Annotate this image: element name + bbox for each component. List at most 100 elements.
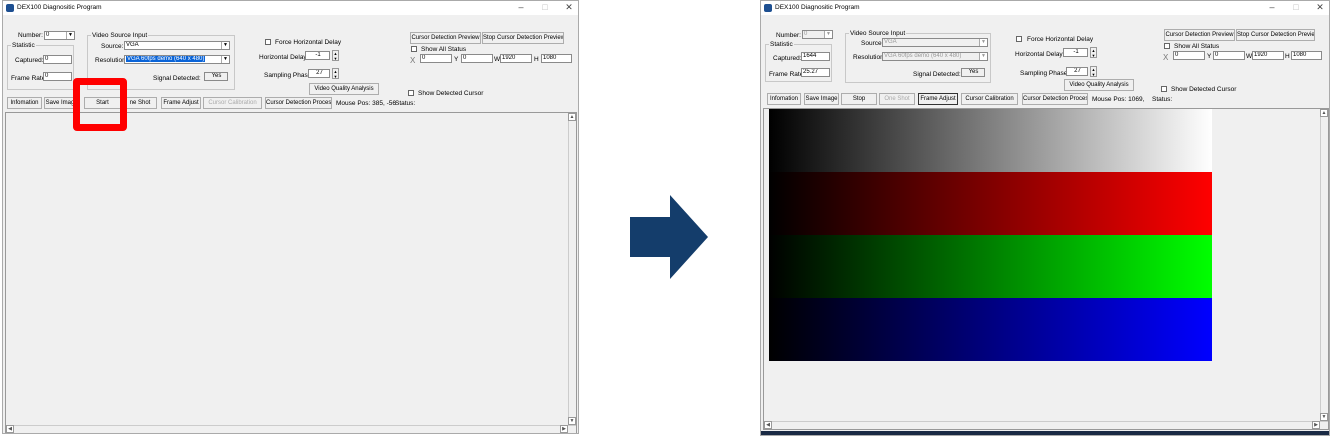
frame-rate-field: 25.27 — [801, 68, 830, 77]
scroll-up-icon[interactable]: ▲ — [1320, 109, 1328, 117]
vertical-scrollbar[interactable]: ▲ ▼ — [568, 113, 576, 425]
app-window-after: DEX100 Diagnositic Program – □ ✕ Number:… — [760, 0, 1330, 436]
show-detected-cursor-checkbox[interactable] — [408, 90, 414, 96]
minimize-icon[interactable]: – — [1266, 2, 1278, 12]
resolution-select[interactable]: VGA 60fps demo (640 x 480) ▼ — [124, 55, 230, 64]
w-field[interactable]: 1920 — [1252, 51, 1284, 60]
number-select[interactable]: 0 ▼ — [44, 31, 75, 40]
frame-rate-label: Frame Rate: — [769, 71, 806, 78]
cursor-calibration-button[interactable]: Cursor Calibration — [961, 93, 1018, 105]
w-field[interactable]: 1920 — [500, 54, 532, 63]
h-field[interactable]: 1080 — [541, 54, 572, 63]
one-shot-button[interactable]: One Shot — [879, 93, 915, 105]
window-title: DEX100 Diagnositic Program — [775, 4, 860, 11]
highlight-box — [73, 78, 127, 131]
arrow-right-icon — [630, 195, 708, 279]
stop-cursor-detection-preview-button[interactable]: Stop Cursor Detection Preview — [482, 32, 564, 44]
scroll-right-icon[interactable]: ▶ — [1312, 421, 1320, 429]
mouse-pos-readout: Mouse Pos: 385, -56 — [336, 100, 396, 107]
frame-rate-field: 0 — [43, 72, 72, 81]
cursor-calibration-button[interactable]: Cursor Calibration — [203, 97, 262, 109]
y-field[interactable]: 0 — [461, 54, 493, 63]
minimize-icon[interactable]: – — [515, 2, 527, 12]
close-icon[interactable]: ✕ — [563, 2, 575, 13]
scroll-left-icon[interactable]: ◀ — [764, 421, 772, 429]
stop-button[interactable]: Stop — [841, 93, 877, 105]
taskbar-strip — [761, 431, 1329, 435]
show-detected-cursor-checkbox[interactable] — [1161, 86, 1167, 92]
source-label: Source: — [861, 40, 884, 47]
one-shot-button[interactable]: ne Shot — [123, 97, 157, 109]
chevron-down-icon: ▼ — [221, 56, 229, 63]
horizontal-scrollbar[interactable]: ◀ ▶ — [6, 425, 576, 433]
signal-detected-label: Signal Detected: — [913, 71, 961, 78]
show-all-status-checkbox[interactable] — [1164, 43, 1170, 49]
scroll-left-icon[interactable]: ◀ — [6, 425, 14, 433]
scroll-down-icon[interactable]: ▼ — [568, 417, 576, 425]
information-button[interactable]: Infomation — [7, 97, 42, 109]
horizontal-delay-field[interactable]: -1 — [1063, 48, 1088, 57]
video-quality-analysis-button[interactable]: Video Quality Analysis — [309, 83, 379, 95]
resolution-select[interactable]: VGA 60fps demo (640 x 480) ▼ — [882, 52, 988, 61]
scroll-down-icon[interactable]: ▼ — [1320, 413, 1328, 421]
horizontal-delay-label: Horizontal Delay: — [1015, 51, 1065, 58]
x-field[interactable]: 0 — [420, 54, 452, 63]
force-horizontal-delay-label: Force Horizontal Delay — [1027, 36, 1094, 43]
source-select[interactable]: VGA ▼ — [124, 41, 230, 50]
mouse-pos-readout: Mouse Pos: 1069, — [1092, 96, 1145, 103]
vertical-scrollbar[interactable]: ▲ ▼ — [1320, 109, 1328, 421]
scroll-right-icon[interactable]: ▶ — [560, 425, 568, 433]
show-all-status-label: Show All Status — [421, 46, 467, 53]
show-all-status-checkbox[interactable] — [411, 46, 417, 52]
video-quality-analysis-button[interactable]: Video Quality Analysis — [1064, 79, 1134, 91]
sampling-phase-spinner[interactable]: ▲ ▼ — [1090, 66, 1097, 77]
cursor-detection-process-button[interactable]: Cursor Detection Process — [265, 97, 332, 109]
signal-detected-field: Yes — [204, 72, 228, 81]
chevron-down-icon: ▼ — [824, 31, 832, 38]
close-icon[interactable]: ✕ — [1314, 2, 1326, 13]
chevron-down-icon: ▼ — [221, 42, 229, 49]
x-label: X — [1163, 53, 1169, 62]
frame-adjust-button[interactable]: Frame Adjust — [918, 93, 958, 105]
x-field[interactable]: 0 — [1173, 51, 1205, 60]
status-label: Status: — [1152, 96, 1173, 103]
title-bar: DEX100 Diagnositic Program – □ ✕ — [3, 1, 578, 15]
maximize-icon[interactable]: □ — [539, 2, 551, 12]
force-horizontal-delay-checkbox[interactable] — [265, 39, 271, 45]
y-label: Y — [1207, 53, 1212, 60]
sampling-phase-field[interactable]: 27 — [1066, 67, 1088, 76]
captured-field: 1644 — [801, 52, 830, 61]
cursor-detection-preview-button[interactable]: Cursor Detection Preview — [1164, 29, 1235, 41]
source-label: Source: — [101, 43, 124, 50]
scroll-up-icon[interactable]: ▲ — [568, 113, 576, 121]
h-field[interactable]: 1080 — [1291, 51, 1322, 60]
cursor-detection-preview-button[interactable]: Cursor Detection Preview — [410, 32, 481, 44]
y-field[interactable]: 0 — [1213, 51, 1245, 60]
horizontal-delay-spinner[interactable]: ▲ ▼ — [332, 50, 339, 61]
stop-cursor-detection-preview-button[interactable]: Stop Cursor Detection Preview — [1236, 29, 1315, 41]
frame-adjust-button[interactable]: Frame Adjust — [161, 97, 201, 109]
source-select[interactable]: VGA ▼ — [882, 38, 988, 47]
sampling-phase-field[interactable]: 27 — [308, 69, 330, 78]
signal-detected-label: Signal Detected: — [153, 75, 201, 82]
horizontal-delay-spinner[interactable]: ▲ ▼ — [1090, 47, 1097, 58]
app-icon — [6, 4, 14, 12]
resolution-label: Resolution: — [95, 57, 128, 64]
save-image-button[interactable]: Save Image — [804, 93, 839, 105]
sampling-phase-label: Sampling Phase: — [264, 72, 314, 79]
red-gradient-bar — [769, 172, 1212, 235]
save-image-button[interactable]: Save Imag — [44, 97, 76, 109]
number-label: Number: — [776, 32, 801, 39]
title-bar: DEX100 Diagnositic Program – □ ✕ — [761, 1, 1329, 15]
maximize-icon[interactable]: □ — [1290, 2, 1302, 12]
force-horizontal-delay-checkbox[interactable] — [1016, 36, 1022, 42]
show-detected-cursor-label: Show Detected Cursor — [418, 90, 484, 97]
information-button[interactable]: Infomation — [767, 93, 801, 105]
horizontal-scrollbar[interactable]: ◀ ▶ — [764, 421, 1328, 429]
horizontal-delay-field[interactable]: -1 — [305, 51, 330, 60]
signal-detected-field: Yes — [961, 68, 985, 77]
white-gradient-bar — [769, 109, 1212, 172]
cursor-detection-process-button[interactable]: Cursor Detection Process — [1022, 93, 1088, 105]
number-select[interactable]: 0 ▼ — [802, 30, 833, 39]
sampling-phase-spinner[interactable]: ▲ ▼ — [332, 68, 339, 79]
